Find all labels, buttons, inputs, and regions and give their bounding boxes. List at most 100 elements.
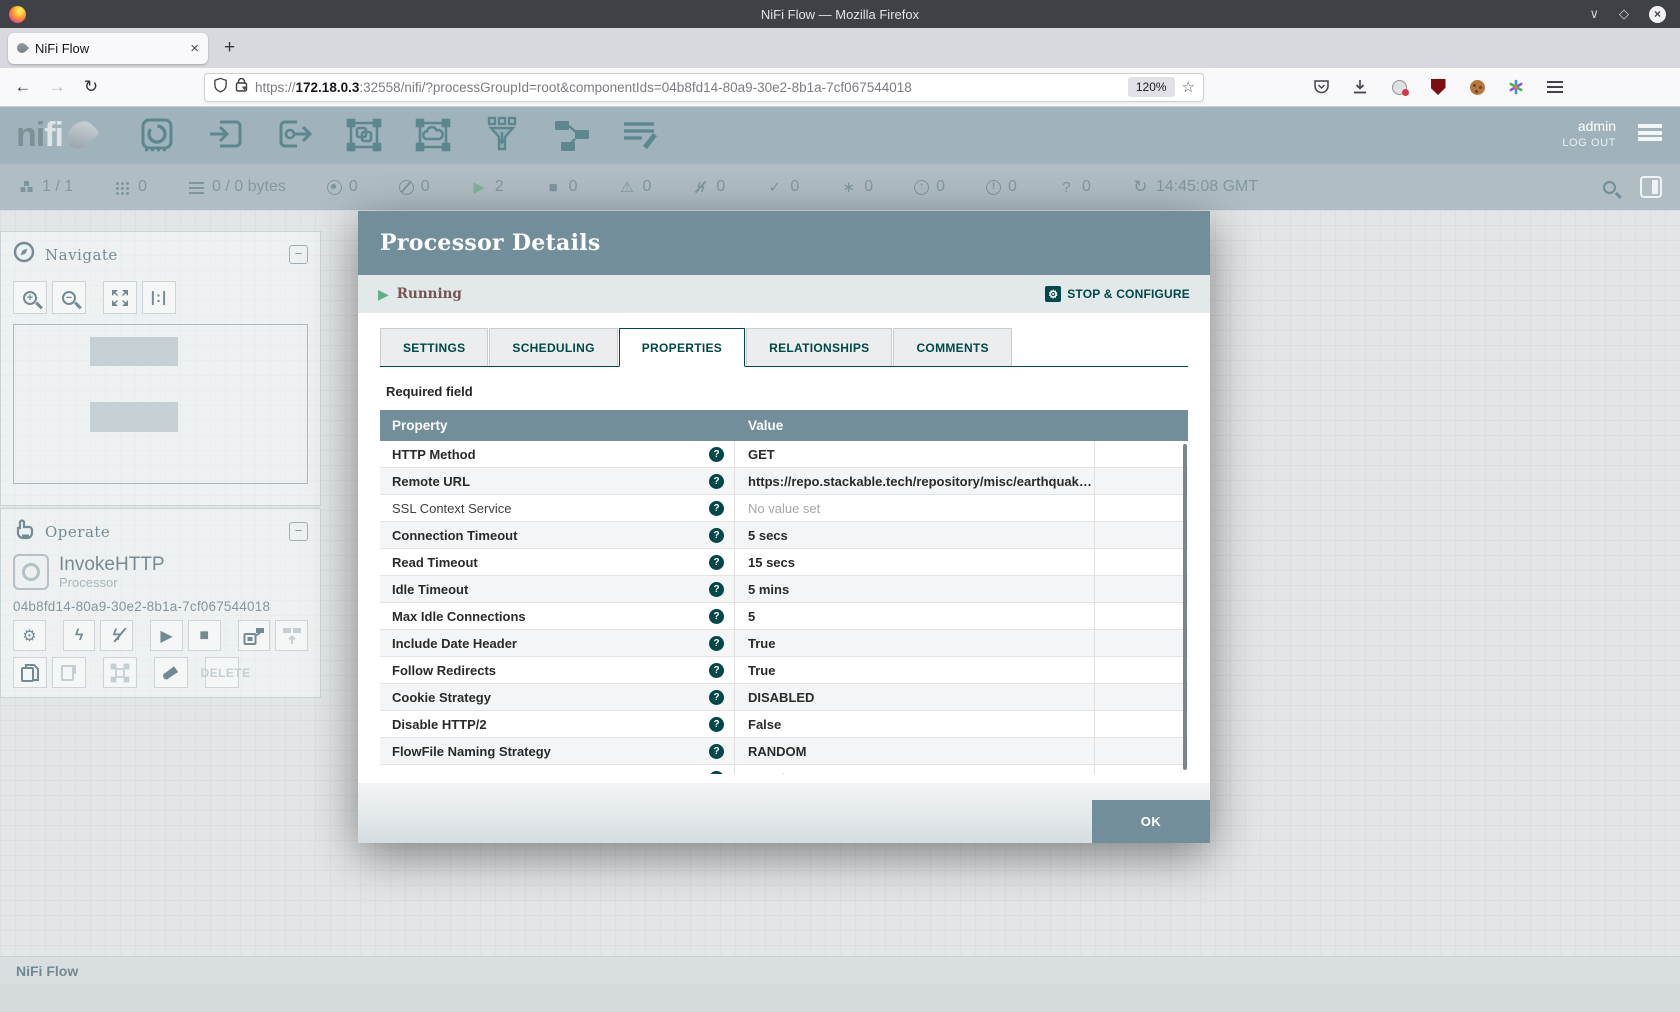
processor-details-dialog: Processor Details ▶ Running ⚙ STOP & CON… (358, 211, 1210, 843)
help-icon[interactable]: ? (709, 609, 724, 624)
operate-collapse-button[interactable]: − (289, 522, 308, 541)
property-row: Follow Redirects ? True (380, 657, 1188, 684)
dialog-tab[interactable]: PROPERTIES (619, 328, 745, 367)
status-item: ⚠ 0 (619, 178, 652, 196)
zoom-out-button[interactable]: − (52, 281, 86, 314)
process-group-icon[interactable] (344, 116, 384, 154)
status-item: 1 / 1 (18, 178, 73, 196)
status-item: 0 (114, 178, 147, 196)
stop-and-configure-button[interactable]: ⚙ STOP & CONFIGURE (1045, 286, 1190, 302)
paste-button[interactable] (52, 657, 86, 688)
start-button[interactable]: ▶ (150, 620, 183, 651)
bookmark-star-icon[interactable]: ☆ (1182, 78, 1195, 96)
browser-menu-icon[interactable] (1546, 78, 1564, 96)
selected-component-id: 04b8fd14-80a9-30e2-8b1a-7cf067544018 (1, 590, 320, 620)
dialog-status-bar: ▶ Running ⚙ STOP & CONFIGURE (358, 275, 1210, 313)
tab-close-icon[interactable]: × (190, 40, 199, 57)
status-item: ▶ 2 (471, 178, 504, 196)
navigate-title: Navigate (45, 246, 118, 264)
table-scrollbar[interactable] (1183, 444, 1187, 770)
url-bar[interactable]: https://172.18.0.3:32558/nifi/?processGr… (204, 73, 1204, 102)
help-icon[interactable]: ? (709, 474, 724, 489)
minimap-node (90, 337, 178, 366)
dialog-tab[interactable]: RELATIONSHIPS (746, 328, 892, 366)
ok-button[interactable]: OK (1092, 800, 1210, 843)
help-icon[interactable]: ? (709, 771, 724, 775)
search-icon[interactable] (1603, 181, 1616, 194)
zoom-in-button[interactable]: + (13, 281, 47, 314)
stop-configure-icon: ⚙ (1045, 286, 1061, 302)
refresh-icon[interactable]: ↻ (1132, 177, 1149, 197)
downloads-icon[interactable] (1351, 78, 1369, 96)
reload-button[interactable]: ↻ (74, 77, 108, 97)
window-close-button[interactable]: × (1649, 6, 1666, 23)
save-version-button[interactable] (238, 620, 271, 651)
not-transmitting-icon (399, 180, 414, 195)
tracking-shield-icon[interactable] (213, 77, 228, 98)
cookie-extension-icon[interactable] (1468, 78, 1486, 96)
ublock-origin-icon[interactable] (1429, 78, 1447, 96)
configure-button[interactable]: ⚙ (13, 620, 46, 651)
locally-modified-stale-icon: ! (986, 180, 1001, 195)
colorful-extension-icon[interactable] (1507, 78, 1525, 96)
help-icon[interactable]: ? (709, 501, 724, 516)
status-item: ? 0 (1058, 178, 1091, 196)
property-row: HTTP Method ? GET (380, 441, 1188, 468)
dialog-tab[interactable]: COMMENTS (893, 328, 1011, 366)
funnel-icon[interactable] (482, 116, 522, 154)
label-icon[interactable] (620, 116, 660, 154)
forward-button[interactable]: → (40, 77, 74, 97)
logout-link[interactable]: LOG OUT (1562, 135, 1616, 152)
operate-title: Operate (45, 523, 110, 541)
change-color-button[interactable] (154, 657, 188, 688)
disable-button[interactable]: ϟ (100, 620, 133, 651)
dialog-tab[interactable]: SETTINGS (380, 328, 488, 366)
zoom-actual-button[interactable]: |:| (142, 281, 176, 314)
help-icon[interactable]: ? (709, 663, 724, 678)
remote-process-group-icon[interactable] (413, 116, 453, 154)
help-icon[interactable]: ? (709, 717, 724, 732)
delete-button[interactable]: DELETE (205, 657, 239, 688)
sync-failure-icon: ? (1058, 179, 1075, 196)
group-button[interactable] (103, 657, 137, 688)
help-icon[interactable]: ? (709, 690, 724, 705)
nifi-menu-icon[interactable] (1638, 124, 1662, 141)
help-icon[interactable]: ? (709, 528, 724, 543)
properties-table: Property Value HTTP Method ? GET (380, 410, 1188, 774)
help-icon[interactable]: ? (709, 555, 724, 570)
help-icon[interactable]: ? (709, 582, 724, 597)
window-restore-button[interactable]: ◇ (1619, 6, 1629, 22)
input-port-icon[interactable] (206, 116, 246, 154)
enable-button[interactable]: ϟ (63, 620, 96, 651)
status-item: ϟ 0 (692, 178, 725, 196)
dialog-tab[interactable]: SCHEDULING (489, 328, 617, 366)
sidebar-toggle-icon[interactable] (1640, 176, 1662, 198)
zoom-level-indicator[interactable]: 120% (1128, 77, 1175, 97)
birdseye-minimap[interactable] (13, 324, 308, 484)
back-button[interactable]: ← (6, 77, 40, 97)
navigate-collapse-button[interactable]: − (289, 245, 308, 264)
property-row: Read Timeout ? 15 secs (380, 549, 1188, 576)
output-port-icon[interactable] (275, 116, 315, 154)
property-row: Idle Timeout ? 5 mins (380, 576, 1188, 603)
nifi-logo: nifi (16, 120, 93, 150)
table-header: Property Value (380, 410, 1188, 441)
invalid-icon: ⚠ (619, 178, 636, 196)
window-minimize-button[interactable]: ∨ (1589, 6, 1599, 22)
new-tab-button[interactable]: + (224, 37, 235, 59)
revert-version-button[interactable] (275, 620, 308, 651)
stop-button[interactable]: ■ (188, 620, 221, 651)
lock-icon[interactable] (235, 77, 248, 97)
zoom-fit-button[interactable] (103, 281, 137, 314)
browser-tab[interactable]: NiFi Flow × (8, 33, 208, 64)
processor-icon[interactable] (137, 116, 177, 154)
breadcrumb[interactable]: NiFi Flow (16, 963, 78, 979)
template-icon[interactable] (551, 116, 591, 154)
help-icon[interactable]: ? (709, 636, 724, 651)
help-icon[interactable]: ? (709, 447, 724, 462)
copy-button[interactable] (13, 657, 47, 688)
pocket-icon[interactable] (1312, 78, 1330, 96)
help-icon[interactable]: ? (709, 744, 724, 759)
status-item: 0 (327, 178, 358, 196)
extension-privacy-icon[interactable] (1390, 78, 1408, 96)
